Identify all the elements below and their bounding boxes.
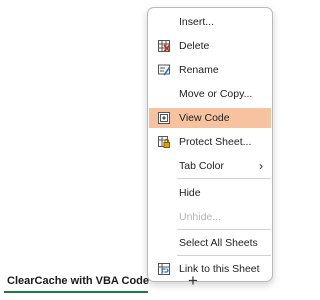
protect-sheet-icon	[158, 136, 170, 148]
menu-item-rename[interactable]: Rename	[149, 60, 271, 80]
menu-item-label: View Code	[179, 112, 230, 124]
delete-sheet-icon	[158, 40, 170, 52]
active-tab-underline	[4, 291, 148, 293]
chevron-right-icon: ›	[259, 159, 263, 173]
menu-item-protect-sheet[interactable]: Protect Sheet...	[149, 132, 271, 152]
menu-item-label: Protect Sheet...	[179, 136, 252, 148]
menu-separator	[177, 255, 271, 256]
sheet-tab-active[interactable]: ClearCache with VBA Code	[7, 275, 149, 287]
add-sheet-button[interactable]: +	[188, 272, 198, 289]
menu-item-move-or-copy[interactable]: Move or Copy...	[149, 84, 271, 104]
menu-separator	[177, 178, 271, 179]
rename-icon	[158, 64, 170, 76]
menu-item-label: Insert...	[179, 16, 215, 28]
menu-item-label: Rename	[179, 64, 219, 76]
menu-item-tab-color[interactable]: Tab Color ›	[149, 156, 271, 176]
sheet-tab-context-menu: Insert... Delete Rename Move or Copy...	[147, 7, 273, 282]
menu-item-hide[interactable]: Hide	[149, 183, 271, 203]
menu-item-label: Move or Copy...	[179, 88, 253, 100]
menu-item-label: Select All Sheets	[179, 237, 258, 249]
view-code-icon	[158, 112, 170, 124]
menu-item-view-code[interactable]: View Code	[149, 108, 271, 128]
menu-item-insert[interactable]: Insert...	[149, 12, 271, 32]
menu-item-label: Tab Color	[179, 160, 224, 172]
menu-item-label: Delete	[179, 40, 210, 52]
menu-item-unhide: Unhide...	[149, 207, 271, 227]
menu-item-label: Unhide...	[179, 211, 222, 223]
menu-separator	[177, 229, 271, 230]
menu-item-select-all-sheets[interactable]: Select All Sheets	[149, 233, 271, 253]
menu-item-delete[interactable]: Delete	[149, 36, 271, 56]
menu-item-label: Hide	[179, 187, 201, 199]
